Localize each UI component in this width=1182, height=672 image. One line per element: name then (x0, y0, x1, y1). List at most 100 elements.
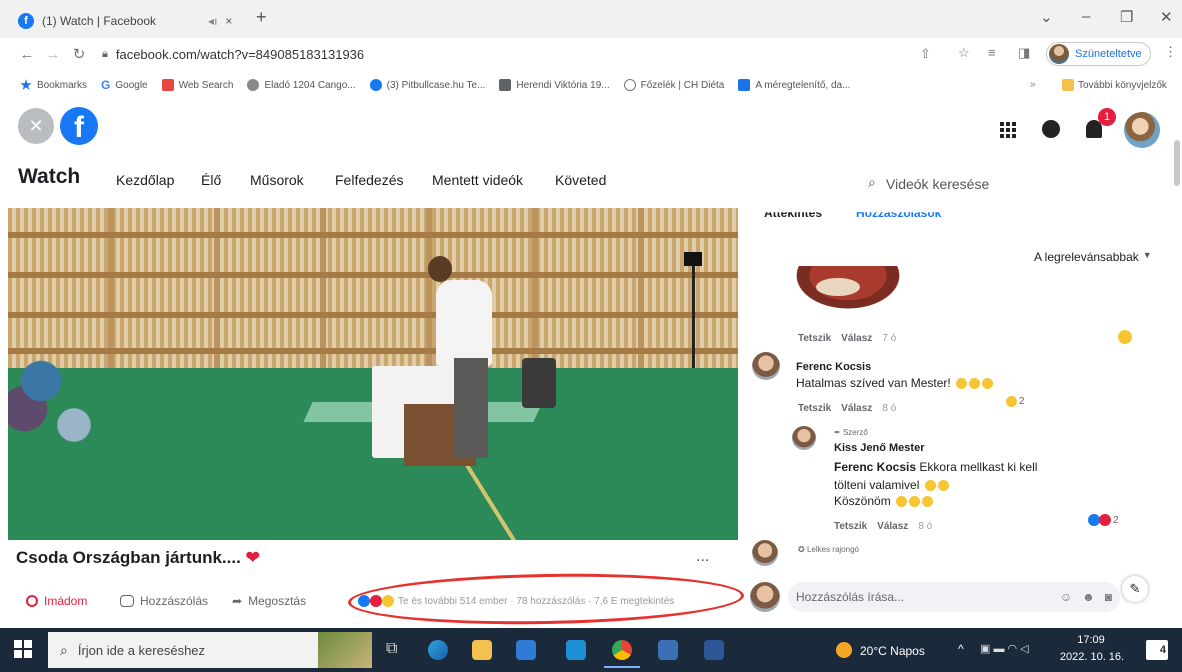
browser-tab-strip: f (1) Watch | Facebook ◂ı × + ⌄ – ❐ ✕ (0, 0, 1182, 38)
sort-dropdown[interactable]: A legrelevánsabbak ▼ (1034, 250, 1152, 264)
facebook-logo-icon[interactable]: f (60, 107, 98, 145)
close-window-icon[interactable]: ✕ (1160, 8, 1173, 26)
like-link[interactable]: Tetszik (798, 403, 831, 414)
store-icon[interactable] (516, 640, 536, 660)
tab-search-icon[interactable]: ⌄ (1040, 8, 1053, 26)
menu-grid-icon[interactable] (1000, 122, 1016, 138)
like-link[interactable]: Tetszik (834, 521, 867, 532)
like-link[interactable]: Tetszik (798, 333, 831, 344)
profile-button[interactable]: Szüneteltetve (1046, 42, 1151, 66)
video-player[interactable] (8, 208, 738, 540)
pen-icon: ✒︎ (834, 428, 841, 437)
restore-icon[interactable]: ❐ (1120, 8, 1133, 26)
mail-icon[interactable] (566, 640, 586, 660)
edge-icon[interactable] (428, 640, 448, 660)
bookmarks-overflow-icon[interactable]: » (1030, 79, 1036, 90)
taskbar-search[interactable]: ⌕ Írjon ide a kereséshez (48, 632, 318, 668)
nav-item[interactable]: Élő (201, 172, 221, 188)
reply-link[interactable]: Válasz (877, 521, 908, 532)
camera-icon[interactable]: ◙ (1105, 590, 1112, 604)
bookmark-item[interactable]: (3) Pitbullcase.hu Te... (369, 78, 485, 92)
facebook-icon (369, 79, 382, 91)
emoji-picker-icon[interactable]: ☻ (1082, 590, 1095, 604)
windows-start-icon[interactable] (14, 640, 32, 658)
nav-item[interactable]: Műsorok (250, 172, 304, 188)
reaction-count[interactable]: 2 (1004, 396, 1025, 407)
comment-button[interactable]: Hozzászólás (120, 594, 208, 608)
bookmark-item[interactable]: G Google (101, 78, 148, 92)
minimize-icon[interactable]: – (1082, 8, 1090, 25)
share-button[interactable]: ➦ Megosztás (232, 594, 306, 608)
side-panel-icon[interactable]: ◨ (1018, 45, 1030, 61)
tab-audio-icon[interactable]: ◂ı (208, 14, 217, 28)
star-icon[interactable]: ☆ (958, 45, 970, 61)
love-button[interactable]: Imádom (26, 594, 87, 608)
comment-icon (120, 595, 134, 607)
chrome-icon[interactable] (612, 640, 632, 660)
tab-close-icon[interactable]: × (225, 14, 232, 28)
bookmark-item[interactable]: Herendi Viktória 19... (499, 78, 610, 92)
comment-text-line: Köszönöm (834, 494, 934, 508)
tray-icons[interactable]: ▣ ▬ ◠ ◁ (980, 642, 1029, 655)
back-icon[interactable]: ← (14, 46, 40, 63)
reaction-count[interactable]: 2 (1088, 514, 1119, 526)
emoji-icon (922, 496, 934, 508)
comment-actions: Tetszik Válasz 8 ó (798, 403, 897, 414)
emoji-icon (1006, 396, 1017, 407)
mention-link[interactable]: Ferenc Kocsis (834, 460, 916, 474)
sticker-icon[interactable]: ☺ (1060, 590, 1072, 604)
url-field[interactable]: facebook.com/watch?v=849085183131936 (116, 47, 364, 62)
site-icon (623, 79, 636, 91)
reply-link[interactable]: Válasz (841, 333, 872, 344)
scrollbar[interactable] (1174, 140, 1180, 186)
emoji-icon (937, 480, 949, 492)
clock-time[interactable]: 17:09 (1066, 634, 1116, 646)
watch-brand[interactable]: Watch (18, 165, 80, 189)
chair (522, 358, 556, 408)
avatar[interactable] (752, 540, 778, 566)
more-options-icon[interactable]: ... (696, 548, 709, 566)
share-icon[interactable]: ⇧ (920, 46, 931, 62)
task-view-icon[interactable]: ⧉ (386, 640, 397, 658)
bookmark-item[interactable]: Web Search (161, 78, 233, 92)
tab-comments[interactable]: Hozzászólások (856, 212, 941, 220)
clock-date[interactable]: 2022. 10. 16. (1056, 651, 1128, 663)
tab-overview[interactable]: Áttekintés (764, 212, 822, 220)
reload-icon[interactable]: ↻ (66, 45, 92, 63)
new-tab-icon[interactable]: + (256, 7, 267, 28)
menu-icon[interactable]: ⋮ (1164, 44, 1177, 60)
reading-list-icon[interactable]: ≡ (988, 45, 996, 60)
messenger-icon[interactable] (1042, 120, 1060, 138)
comment-author[interactable]: Kiss Jenő Mester (834, 442, 924, 454)
comment-image[interactable] (788, 266, 908, 314)
reply-link[interactable]: Válasz (841, 403, 872, 414)
file-explorer-icon[interactable] (472, 640, 492, 660)
bookmark-item[interactable]: A méregtelenítő, da... (738, 78, 850, 92)
tripod (692, 258, 695, 368)
account-avatar[interactable] (1124, 112, 1160, 148)
bookmark-item[interactable]: Főzelék | CH Diéta (623, 78, 724, 92)
search-icon: ⌕ (868, 174, 876, 190)
avatar[interactable] (792, 426, 816, 450)
nav-item[interactable]: Mentett videók (432, 172, 523, 188)
nav-item[interactable]: Követed (555, 172, 606, 188)
other-bookmarks[interactable]: További könyvjelzők (1062, 79, 1167, 91)
comment-actions: Tetszik Válasz 8 ó (834, 521, 933, 532)
avatar[interactable] (752, 352, 780, 380)
tray-chevron-icon[interactable]: ^ (958, 642, 964, 656)
comment-author[interactable]: Ferenc Kocsis (796, 361, 871, 373)
compose-icon[interactable]: ✎ (1122, 576, 1148, 602)
comment-input[interactable]: Hozzászólás írása... ☺ ☻ ◙ (788, 582, 1120, 612)
notification-center-icon[interactable]: 4 (1146, 640, 1168, 660)
save-app-icon[interactable] (658, 640, 678, 660)
bookmark-item[interactable]: Bookmarks (20, 78, 87, 92)
browser-tab[interactable]: f (1) Watch | Facebook ◂ı × (18, 6, 270, 36)
word-icon[interactable] (704, 640, 724, 660)
bookmark-item[interactable]: Eladó 1204 Cango... (247, 78, 356, 92)
weather-text[interactable]: 20°C Napos (860, 644, 925, 658)
close-icon[interactable]: ✕ (18, 108, 54, 144)
search-input[interactable]: Videók keresése (886, 176, 989, 192)
nav-item[interactable]: Kezdőlap (116, 172, 174, 188)
forward-icon[interactable]: → (40, 46, 66, 63)
nav-item[interactable]: Felfedezés (335, 172, 403, 188)
